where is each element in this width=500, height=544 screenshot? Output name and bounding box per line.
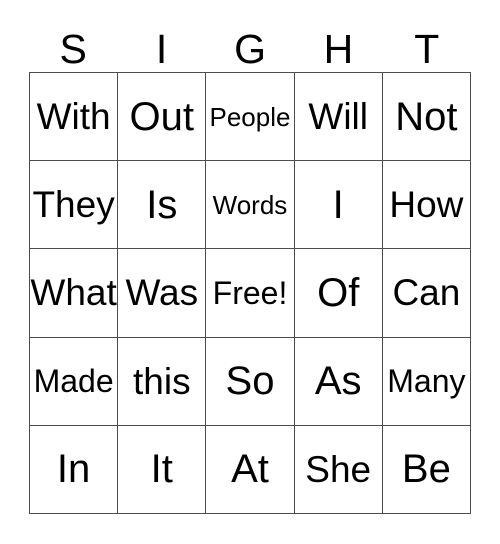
bingo-cell[interactable]: Words <box>206 161 295 250</box>
bingo-cell-label: She <box>305 448 372 490</box>
bingo-cell[interactable]: They <box>30 161 119 250</box>
bingo-cell[interactable]: With <box>30 73 119 162</box>
bingo-grid: With Out People Will Not They Is Words I How What W… <box>29 72 471 514</box>
bingo-cell[interactable]: this <box>118 337 207 426</box>
bingo-cell-label: Is <box>146 182 178 227</box>
bingo-header-letter: I <box>155 26 168 72</box>
bingo-cell[interactable]: It <box>118 425 207 514</box>
bingo-cell-label: Free! <box>212 274 288 311</box>
bingo-cell[interactable]: At <box>206 425 295 514</box>
bingo-header-letter: G <box>234 26 266 72</box>
bingo-cell[interactable]: Not <box>382 73 471 162</box>
bingo-cell-label: People <box>209 101 291 132</box>
bingo-cell-label: How <box>389 184 464 226</box>
bingo-cell-label: Was <box>125 272 199 314</box>
bingo-cell-label: Will <box>308 96 368 138</box>
bingo-cell[interactable]: As <box>294 337 383 426</box>
bingo-cell[interactable]: I <box>294 161 383 250</box>
bingo-cell[interactable]: Many <box>382 337 471 426</box>
bingo-cell-label: Can <box>392 272 461 314</box>
bingo-cell-label: Many <box>387 363 466 400</box>
bingo-cell[interactable]: Out <box>118 73 207 162</box>
bingo-cell-label: As <box>314 359 362 404</box>
bingo-cell-label: Not <box>395 94 458 139</box>
bingo-cell-label: In <box>56 447 91 492</box>
bingo-cell-label: Of <box>317 270 360 315</box>
bingo-cell-label: At <box>231 447 269 492</box>
bingo-cell-label: Out <box>129 94 195 139</box>
bingo-cell[interactable]: Free! <box>206 249 295 338</box>
bingo-cell[interactable]: Made <box>30 337 119 426</box>
bingo-cell-label: It <box>150 447 173 492</box>
bingo-header-row: SIGHT <box>29 18 471 72</box>
bingo-cell-label: this <box>133 360 191 402</box>
bingo-cell[interactable]: Be <box>382 425 471 514</box>
bingo-cell[interactable]: How <box>382 161 471 250</box>
bingo-cell[interactable]: Is <box>118 161 207 250</box>
bingo-cell[interactable]: Will <box>294 73 383 162</box>
bingo-cell[interactable]: What <box>30 249 119 338</box>
bingo-cell-label: Words <box>212 189 288 220</box>
bingo-cell-label: They <box>32 184 115 226</box>
bingo-cell[interactable]: People <box>206 73 295 162</box>
bingo-header-letter: T <box>414 26 440 72</box>
bingo-cell[interactable]: Was <box>118 249 207 338</box>
bingo-header-letter: H <box>323 26 354 72</box>
bingo-cell[interactable]: Can <box>382 249 471 338</box>
bingo-header-letter: S <box>59 26 87 72</box>
bingo-cell-label: So <box>225 359 275 404</box>
bingo-cell[interactable]: Of <box>294 249 383 338</box>
bingo-cell-label: With <box>36 96 111 138</box>
bingo-card: S I G H T With Out People Will Not They Is Words I Ho… <box>0 0 500 544</box>
bingo-cell[interactable]: She <box>294 425 383 514</box>
bingo-cell-label: Made <box>33 363 114 400</box>
bingo-cell-label: What <box>30 272 117 314</box>
bingo-cell-label: Be <box>401 447 451 492</box>
bingo-cell[interactable]: So <box>206 337 295 426</box>
bingo-cell-label: I <box>332 182 344 227</box>
bingo-cell[interactable]: In <box>30 425 119 514</box>
